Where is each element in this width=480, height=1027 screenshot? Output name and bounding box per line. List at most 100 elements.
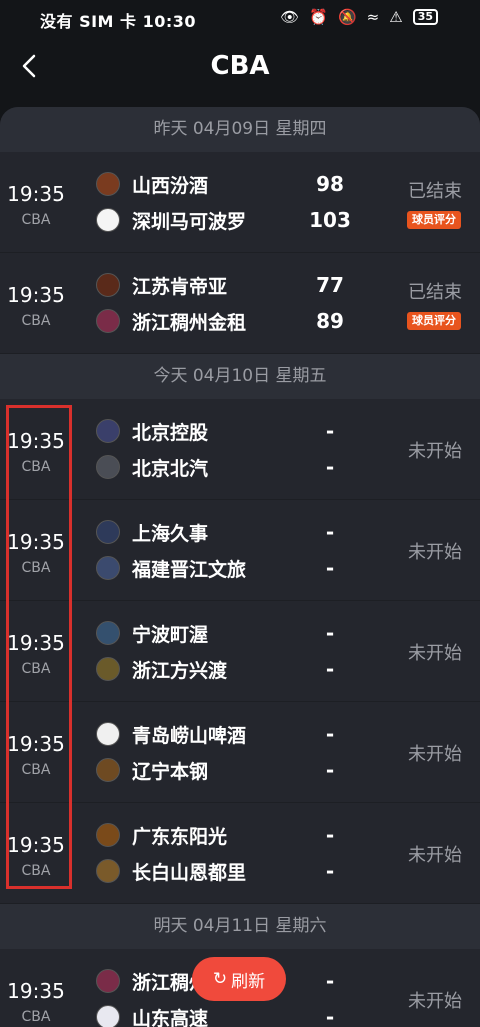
team-logo-icon: [96, 172, 120, 196]
away-score: -: [325, 657, 335, 681]
date-header-yesterday: 昨天 04月09日 星期四: [0, 107, 480, 152]
match-league: CBA: [21, 1009, 51, 1025]
match-item[interactable]: 19:35 CBA 青岛崂山啤酒 辽宁本钢 - - 未开始: [0, 702, 480, 803]
home-team: 江苏肯帝亚: [96, 270, 227, 300]
team-name: 北京控股: [132, 421, 209, 444]
away-team: 北京北汽: [96, 452, 208, 482]
team-logo-icon: [96, 969, 120, 993]
team-name: 山西汾酒: [132, 174, 209, 197]
status-bar: 没有 SIM 卡 10:30 👁 ⏰ 🔕 ≈ ⚠ 35: [0, 0, 480, 36]
team-logo-icon: [96, 556, 120, 580]
away-score: 89: [316, 309, 344, 333]
away-team: 山东高速: [96, 1002, 208, 1027]
match-item[interactable]: 19:35 CBA 江苏肯帝亚 浙江稠州金租 77 89 已结束 球员评分: [0, 253, 480, 354]
home-score: -: [325, 722, 335, 746]
team-name: 江苏肯帝亚: [132, 275, 228, 298]
match-item[interactable]: 19:35 CBA 广东东阳光 长白山恩都里 - - 未开始: [0, 803, 480, 904]
match-time: 19:35: [7, 833, 65, 857]
home-team: 宁波町渥: [96, 618, 208, 648]
away-score: -: [325, 859, 335, 883]
match-status: 未开始: [408, 744, 462, 765]
team-name: 青岛崂山啤酒: [132, 724, 247, 747]
away-team: 福建晋江文旅: [96, 553, 246, 583]
team-logo-icon: [96, 859, 120, 883]
match-item[interactable]: 19:35 CBA 上海久事 福建晋江文旅 - - 未开始: [0, 500, 480, 601]
home-score: -: [325, 419, 335, 443]
team-logo-icon: [96, 657, 120, 681]
match-time: 19:35: [7, 429, 65, 453]
match-league: CBA: [21, 661, 51, 677]
battery-icon: 35: [412, 9, 438, 25]
match-status: 未开始: [408, 643, 462, 664]
team-logo-icon: [96, 520, 120, 544]
match-status: 未开始: [408, 991, 462, 1012]
match-league: CBA: [21, 212, 51, 228]
home-score: -: [325, 520, 335, 544]
match-time: 19:35: [7, 979, 65, 1003]
match-league: CBA: [21, 459, 51, 475]
refresh-button[interactable]: ↻ 刷新: [192, 957, 286, 1001]
header: CBA: [0, 36, 480, 96]
away-score: -: [325, 556, 335, 580]
match-time: 19:35: [7, 732, 65, 756]
match-item[interactable]: 19:35 CBA 山西汾酒 深圳马可波罗 98 103 已结束 球员评分: [0, 152, 480, 253]
alarm-icon: ⏰: [309, 8, 328, 26]
match-item[interactable]: 19:35 CBA 北京控股 北京北汽 - - 未开始: [0, 399, 480, 500]
player-rating-button[interactable]: 球员评分: [407, 211, 461, 229]
team-name: 深圳马可波罗: [132, 210, 247, 233]
home-score: 77: [316, 273, 344, 297]
match-league: CBA: [21, 313, 51, 329]
match-status: 已结束: [408, 181, 462, 202]
team-logo-icon: [96, 309, 120, 333]
match-list: 昨天 04月09日 星期四 19:35 CBA 山西汾酒 深圳马可波罗 98 1…: [0, 107, 480, 1027]
team-logo-icon: [96, 823, 120, 847]
page-title: CBA: [210, 51, 270, 81]
wifi-icon: ≈: [366, 8, 380, 26]
alert-icon: ⚠: [389, 8, 403, 26]
team-logo-icon: [96, 208, 120, 232]
date-header-tomorrow: 明天 04月11日 星期六: [0, 904, 480, 949]
away-team: 浙江稠州金租: [96, 306, 246, 336]
away-score: -: [325, 1005, 335, 1027]
match-status: 已结束: [408, 282, 462, 303]
away-team: 浙江方兴渡: [96, 654, 227, 684]
team-logo-icon: [96, 1005, 120, 1027]
player-rating-button[interactable]: 球员评分: [407, 312, 461, 330]
mute-icon: 🔕: [337, 8, 357, 26]
team-name: 长白山恩都里: [132, 861, 247, 884]
team-name: 上海久事: [132, 522, 209, 545]
match-time: 19:35: [7, 631, 65, 655]
team-name: 浙江稠州金租: [132, 311, 247, 334]
status-icons: 👁 ⏰ 🔕 ≈ ⚠ 35: [280, 8, 438, 26]
team-logo-icon: [96, 758, 120, 782]
away-team: 辽宁本钢: [96, 755, 208, 785]
match-status: 未开始: [408, 845, 462, 866]
team-name: 山东高速: [132, 1007, 209, 1027]
match-league: CBA: [21, 762, 51, 778]
match-time: 19:35: [7, 530, 65, 554]
team-logo-icon: [96, 455, 120, 479]
team-name: 广东东阳光: [132, 825, 228, 848]
home-score: -: [325, 823, 335, 847]
away-team: 深圳马可波罗: [96, 205, 246, 235]
team-name: 宁波町渥: [132, 623, 209, 646]
away-score: 103: [309, 208, 351, 232]
home-team: 广东东阳光: [96, 820, 227, 850]
match-league: CBA: [21, 560, 51, 576]
team-logo-icon: [96, 621, 120, 645]
match-status: 未开始: [408, 542, 462, 563]
team-logo-icon: [96, 419, 120, 443]
team-name: 辽宁本钢: [132, 760, 209, 783]
match-time: 19:35: [7, 182, 65, 206]
team-logo-icon: [96, 722, 120, 746]
home-team: 山西汾酒: [96, 169, 208, 199]
home-team: 北京控股: [96, 416, 208, 446]
home-team: 青岛崂山啤酒: [96, 719, 246, 749]
date-header-today: 今天 04月10日 星期五: [0, 354, 480, 399]
away-team: 长白山恩都里: [96, 856, 246, 886]
match-item[interactable]: 19:35 CBA 宁波町渥 浙江方兴渡 - - 未开始: [0, 601, 480, 702]
team-name: 北京北汽: [132, 457, 209, 480]
match-status: 未开始: [408, 441, 462, 462]
team-name: 浙江方兴渡: [132, 659, 228, 682]
home-score: -: [325, 621, 335, 645]
